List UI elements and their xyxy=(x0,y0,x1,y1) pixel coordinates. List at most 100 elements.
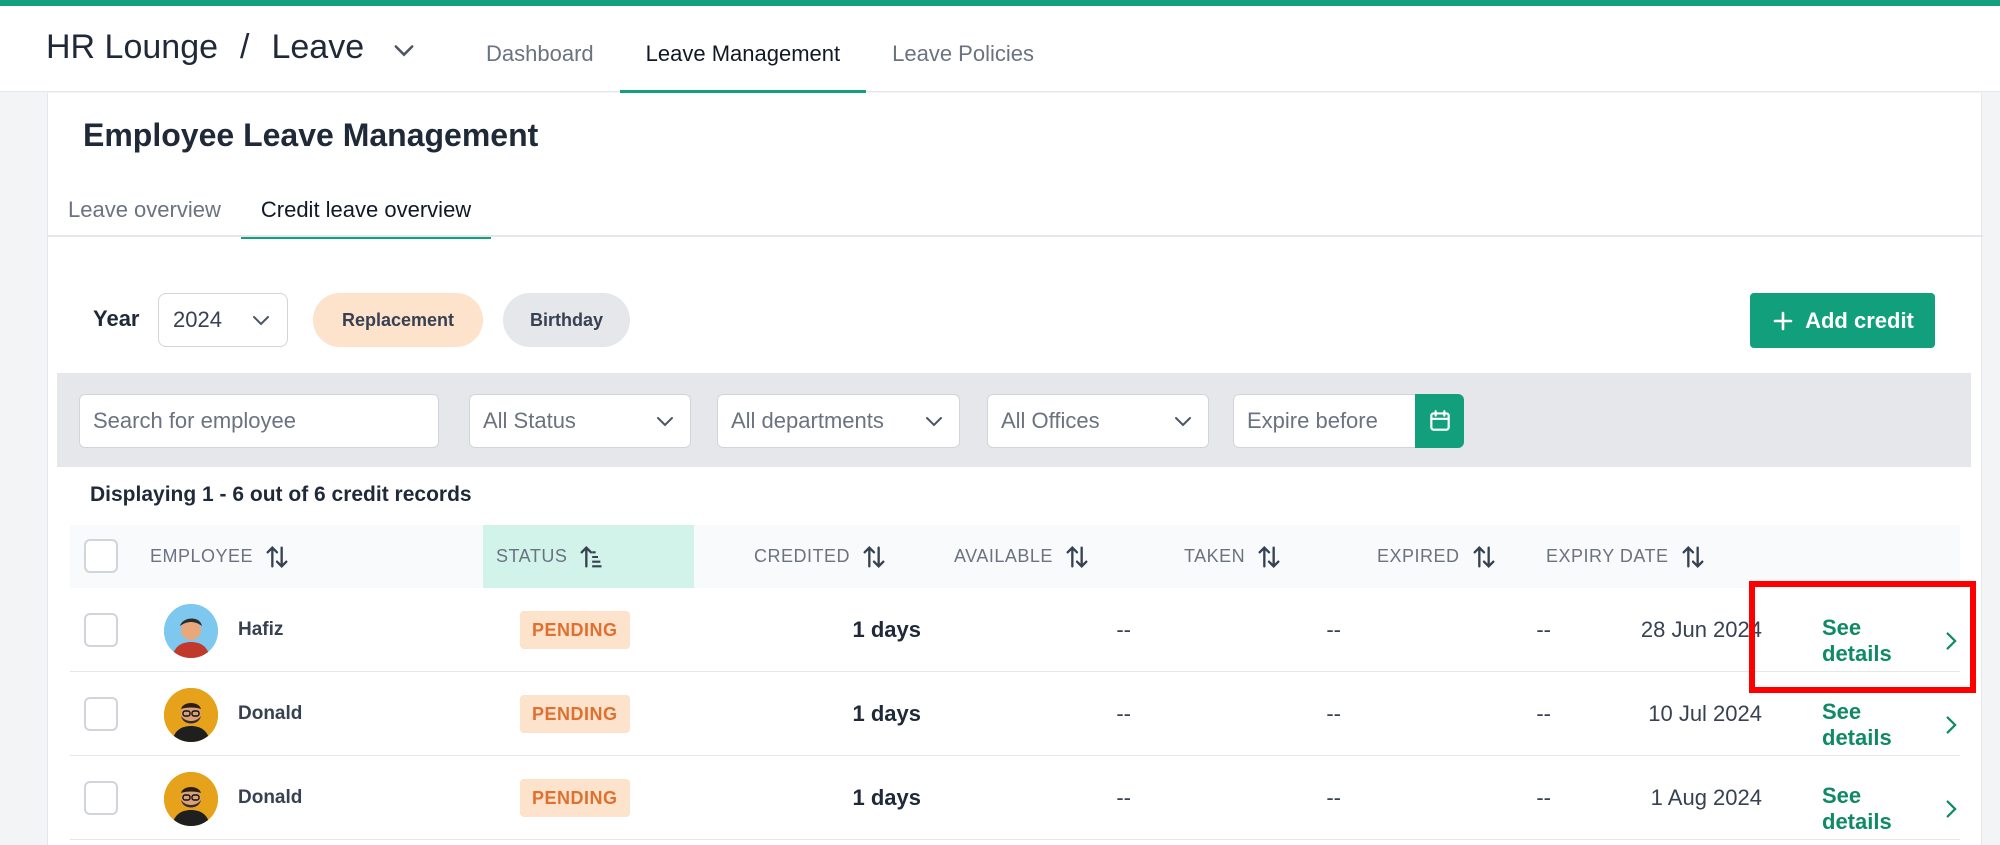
breadcrumb-separator: / xyxy=(240,28,250,66)
table-row[interactable]: Donald PENDING 1 days -- -- -- 10 Jul 20… xyxy=(70,673,1960,756)
header-expiry-date-label: EXPIRY DATE xyxy=(1546,546,1669,566)
sort-icon xyxy=(266,545,288,568)
chevron-down-icon xyxy=(926,417,942,427)
chevron-down-icon[interactable] xyxy=(390,34,418,62)
available-value: -- xyxy=(1116,701,1131,726)
year-select[interactable]: 2024 xyxy=(158,293,288,347)
taken-value: -- xyxy=(1326,785,1341,810)
row-checkbox[interactable] xyxy=(84,697,118,731)
status-badge: PENDING xyxy=(520,695,630,733)
plus-icon xyxy=(1773,311,1793,330)
brand-name[interactable]: HR Lounge xyxy=(46,28,218,67)
tab-leave-policies[interactable]: Leave Policies xyxy=(866,6,1060,92)
main-card: Employee Leave Management Leave overview… xyxy=(47,93,1983,845)
credited-value: 1 days xyxy=(852,785,922,810)
header-expiry-date[interactable]: EXPIRY DATE xyxy=(1546,525,1707,588)
see-details-link[interactable]: See details xyxy=(1822,699,1960,751)
status-select-value: All Status xyxy=(483,408,576,433)
header-available[interactable]: AVAILABLE xyxy=(954,525,1091,588)
replacement-filter-pill[interactable]: Replacement xyxy=(313,293,483,347)
header-credited[interactable]: CREDITED xyxy=(754,525,888,588)
sort-icon xyxy=(1258,545,1280,568)
expiry-date-value: 28 Jun 2024 xyxy=(1640,617,1762,642)
header-available-label: AVAILABLE xyxy=(954,546,1053,566)
header-status-label: STATUS xyxy=(496,546,568,566)
expire-before-placeholder: Expire before xyxy=(1247,408,1378,433)
calendar-button[interactable] xyxy=(1415,394,1464,448)
header-employee-label: EMPLOYEE xyxy=(150,546,254,566)
chevron-down-icon xyxy=(657,417,673,427)
chevron-right-icon xyxy=(1946,800,1957,818)
table-header: EMPLOYEE STATUS CREDITED AVAILABLE TAKEN… xyxy=(70,525,1960,588)
expired-value: -- xyxy=(1536,701,1551,726)
select-all-checkbox[interactable] xyxy=(84,539,118,573)
available-value: -- xyxy=(1116,785,1131,810)
header-status[interactable]: STATUS xyxy=(483,525,694,588)
header-expired-label: EXPIRED xyxy=(1377,546,1460,566)
header-employee[interactable]: EMPLOYEE xyxy=(150,525,291,588)
add-credit-button[interactable]: Add credit xyxy=(1750,293,1935,348)
chevron-right-icon xyxy=(1946,716,1957,734)
taken-value: -- xyxy=(1326,701,1341,726)
see-details-label: See details xyxy=(1822,699,1892,750)
search-input[interactable]: Search for employee xyxy=(79,394,439,448)
avatar xyxy=(164,604,218,658)
departments-select-value: All departments xyxy=(731,408,884,433)
status-badge: PENDING xyxy=(520,611,630,649)
taken-value: -- xyxy=(1326,617,1341,642)
highlight-annotation-box xyxy=(1749,581,1976,693)
chevron-down-icon xyxy=(1175,417,1191,427)
filter-bar: Search for employee All Status All depar… xyxy=(57,373,1971,467)
header-taken-label: TAKEN xyxy=(1184,546,1246,566)
page-title: Employee Leave Management xyxy=(83,117,539,153)
year-value: 2024 xyxy=(173,307,222,332)
departments-select[interactable]: All departments xyxy=(717,394,960,448)
offices-select[interactable]: All Offices xyxy=(987,394,1209,448)
row-checkbox[interactable] xyxy=(84,613,118,647)
tab-dashboard[interactable]: Dashboard xyxy=(460,6,620,92)
module-name[interactable]: Leave xyxy=(271,28,364,67)
employee-name: Donald xyxy=(238,703,303,724)
sort-icon xyxy=(1066,545,1088,568)
expire-before-input[interactable]: Expire before xyxy=(1233,394,1417,448)
record-count: Displaying 1 - 6 out of 6 credit records xyxy=(90,483,472,506)
expiry-date-value: 10 Jul 2024 xyxy=(1648,701,1762,726)
employee-name: Donald xyxy=(238,787,303,808)
avatar xyxy=(164,772,218,826)
main-nav: Dashboard Leave Management Leave Policie… xyxy=(460,6,1060,93)
header-taken[interactable]: TAKEN xyxy=(1184,525,1283,588)
table-row[interactable]: Hafiz PENDING 1 days -- -- -- 28 Jun 202… xyxy=(70,589,1960,672)
sort-ascending-icon xyxy=(580,545,602,567)
header-expired[interactable]: EXPIRED xyxy=(1377,525,1498,588)
row-checkbox[interactable] xyxy=(84,781,118,815)
calendar-icon xyxy=(1429,410,1450,431)
status-badge: PENDING xyxy=(520,779,630,817)
year-label: Year xyxy=(93,306,140,331)
sort-icon xyxy=(1682,545,1704,568)
credited-value: 1 days xyxy=(852,617,922,642)
app-header: HR Lounge / Leave Dashboard Leave Manage… xyxy=(0,6,2000,93)
sort-icon xyxy=(863,545,885,568)
header-credited-label: CREDITED xyxy=(754,546,851,566)
subtab-leave-overview[interactable]: Leave overview xyxy=(48,183,241,237)
avatar xyxy=(164,688,218,742)
available-value: -- xyxy=(1116,617,1131,642)
search-placeholder: Search for employee xyxy=(93,408,296,433)
expiry-date-value: 1 Aug 2024 xyxy=(1650,785,1762,810)
expired-value: -- xyxy=(1536,785,1551,810)
offices-select-value: All Offices xyxy=(1001,408,1100,433)
subtabs: Leave overview Credit leave overview xyxy=(48,183,1983,239)
tab-leave-management[interactable]: Leave Management xyxy=(619,6,867,93)
subtab-credit-leave-overview[interactable]: Credit leave overview xyxy=(240,183,492,239)
employee-name: Hafiz xyxy=(238,619,284,640)
add-credit-label: Add credit xyxy=(1805,307,1914,333)
table-row[interactable]: Donald PENDING 1 days -- -- -- 1 Aug 202… xyxy=(70,757,1960,840)
status-select[interactable]: All Status xyxy=(469,394,691,448)
chevron-down-icon xyxy=(253,316,269,326)
see-details-label: See details xyxy=(1822,783,1892,834)
see-details-link[interactable]: See details xyxy=(1822,783,1960,835)
sort-icon xyxy=(1473,545,1495,568)
expired-value: -- xyxy=(1536,617,1551,642)
credited-value: 1 days xyxy=(852,701,922,726)
birthday-filter-pill[interactable]: Birthday xyxy=(503,293,630,347)
